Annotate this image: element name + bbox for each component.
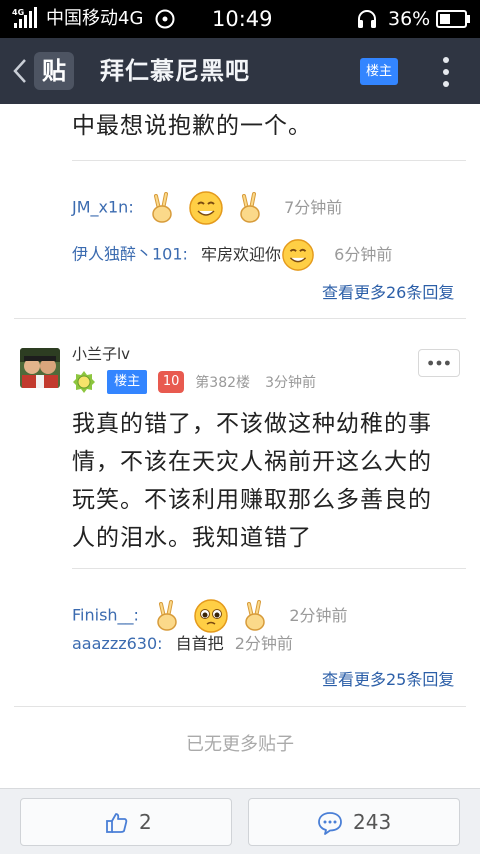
victory-hand-emoji xyxy=(245,600,265,631)
reply-time: 2分钟前 xyxy=(234,634,293,653)
avatar[interactable] xyxy=(20,348,60,388)
headset-icon xyxy=(358,10,376,28)
level-badge: 10 xyxy=(158,371,185,393)
post-body-line: 情，不该在天灾人祸前开这么大的 xyxy=(72,449,432,475)
sub-reply[interactable]: aaazzz630: 自首把 2分钟前 xyxy=(72,632,293,656)
reply-username[interactable]: JM_x1n: xyxy=(72,198,134,217)
more-replies-link[interactable]: 查看更多25条回复 xyxy=(322,669,454,691)
no-more-posts-label: 已无更多贴子 xyxy=(186,734,294,755)
comment-count: 243 xyxy=(353,810,392,834)
reply-time: 6分钟前 xyxy=(334,244,393,264)
sub-reply[interactable]: Finish__: 2分钟前 xyxy=(72,598,348,634)
reply-text: 自首把 xyxy=(175,634,224,653)
reply-time: 7分钟前 xyxy=(284,197,343,217)
post-body-tail: 中最想说抱歉的一个。 xyxy=(72,113,312,139)
like-button[interactable]: 2 xyxy=(20,798,232,846)
medal-icon xyxy=(73,371,95,393)
reply-username[interactable]: Finish__: xyxy=(72,606,139,625)
owner-badge: 楼主 xyxy=(107,370,148,394)
status-bar: 4G 中国移动4G 10:49 36% xyxy=(0,0,480,38)
battery-icon xyxy=(436,10,470,28)
post-divider xyxy=(14,706,466,707)
author-badges: 楼主 10 第382楼 3分钟前 xyxy=(72,370,316,394)
sub-reply[interactable]: 伊人独醉丶101: 牢房欢迎你 6分钟前 xyxy=(72,238,392,272)
post-body-line: 我真的错了，不该做这种幼稚的事 xyxy=(72,411,432,437)
post-author-name[interactable]: 小兰子lv xyxy=(72,344,130,364)
floor-number: 第382楼 xyxy=(195,375,251,391)
owner-only-button[interactable]: 楼主 xyxy=(360,58,398,85)
clock: 10:49 xyxy=(212,7,273,31)
smile-emoji xyxy=(282,239,314,271)
reply-text: 牢房欢迎你 xyxy=(201,244,282,264)
post-body-line: 玩笑。不该利用赚取那么多善良的 xyxy=(72,487,432,513)
post-divider xyxy=(14,318,466,319)
carrier-label: 中国移动4G xyxy=(46,8,144,29)
post-body-line: 人的泪水。我知道错了 xyxy=(72,525,312,551)
victory-hand-emoji xyxy=(152,192,172,223)
thread-content[interactable]: 中最想说抱歉的一个。 JM_x1n: 7分钟前 伊人独醉丶101: 牢房欢迎你 xyxy=(0,104,480,788)
comment-button[interactable]: 243 xyxy=(248,798,460,846)
reply-username[interactable]: aaazzz630: xyxy=(72,634,163,653)
teary-face-emoji xyxy=(194,599,228,633)
sub-reply[interactable]: JM_x1n: 7分钟前 xyxy=(72,190,342,226)
signal-icon: 4G xyxy=(12,7,37,28)
victory-hand-emoji xyxy=(240,192,260,223)
like-count: 2 xyxy=(139,810,152,834)
reply-time: 2分钟前 xyxy=(289,605,348,625)
tieba-logo[interactable]: 贴 xyxy=(34,52,74,90)
battery-percent: 36% xyxy=(388,8,431,30)
post-time: 3分钟前 xyxy=(265,375,317,391)
forum-title[interactable]: 拜仁慕尼黑吧 xyxy=(100,55,250,87)
back-arrow-icon[interactable] xyxy=(8,52,32,90)
thumbs-up-icon xyxy=(106,813,128,833)
reply-username[interactable]: 伊人独醉丶101: xyxy=(72,245,188,264)
victory-hand-emoji xyxy=(157,600,177,631)
comment-bubble-icon xyxy=(318,812,342,835)
more-replies-link[interactable]: 查看更多26条回复 xyxy=(322,282,454,304)
smile-emoji xyxy=(189,191,223,225)
divider xyxy=(72,160,466,161)
post-more-button[interactable] xyxy=(418,349,460,377)
bottom-action-bar: 2 243 xyxy=(0,788,480,854)
svg-text:4G: 4G xyxy=(12,8,24,17)
disc-icon xyxy=(155,9,175,29)
top-header: 贴 拜仁慕尼黑吧 楼主 xyxy=(0,38,480,104)
divider xyxy=(72,568,466,569)
more-vertical-icon[interactable] xyxy=(436,54,456,90)
